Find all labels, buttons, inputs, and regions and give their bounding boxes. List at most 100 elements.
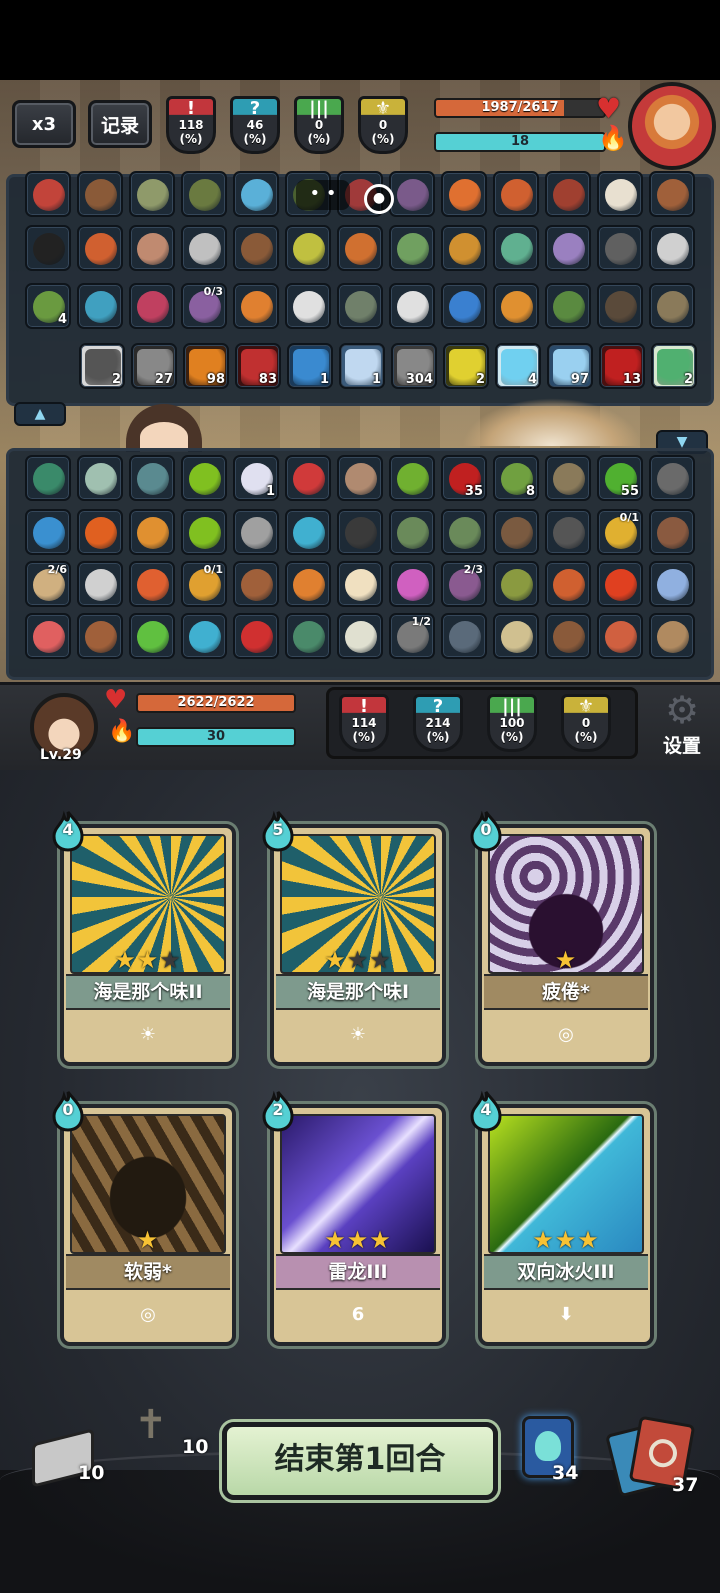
item-slot[interactable] [597, 225, 643, 271]
status-effect[interactable]: 2 [79, 343, 125, 389]
item-slot[interactable] [233, 561, 279, 607]
item-slot[interactable]: 8 [493, 455, 539, 501]
item-slot[interactable] [389, 225, 435, 271]
item-slot[interactable] [441, 613, 487, 659]
item-slot[interactable] [545, 613, 591, 659]
item-slot[interactable] [649, 561, 695, 607]
item-slot[interactable] [597, 283, 643, 329]
item-slot[interactable] [337, 613, 383, 659]
item-slot[interactable] [337, 455, 383, 501]
item-slot[interactable] [649, 455, 695, 501]
item-slot[interactable] [441, 509, 487, 555]
status-effect[interactable]: 83 [235, 343, 281, 389]
item-slot[interactable] [441, 171, 487, 217]
item-slot[interactable] [233, 283, 279, 329]
hand-card[interactable]: ★★★ 海是那个味I ☀ 5 [262, 810, 446, 1066]
status-effect[interactable]: 13 [599, 343, 645, 389]
item-slot[interactable] [233, 509, 279, 555]
item-slot[interactable] [77, 225, 123, 271]
item-slot[interactable] [25, 171, 71, 217]
item-slot[interactable] [77, 171, 123, 217]
item-slot[interactable] [649, 509, 695, 555]
item-slot[interactable] [77, 613, 123, 659]
hand-card[interactable]: ★★★ 雷龙III 6 2 [262, 1090, 446, 1346]
item-slot[interactable]: 1 [233, 455, 279, 501]
item-slot[interactable]: 4 [25, 283, 71, 329]
target-icon[interactable]: ● [364, 184, 394, 214]
status-effect[interactable]: 304 [391, 343, 437, 389]
status-effect[interactable]: 27 [131, 343, 177, 389]
item-slot[interactable] [77, 283, 123, 329]
item-slot[interactable]: 1/2 [389, 613, 435, 659]
item-slot[interactable] [181, 455, 227, 501]
item-slot[interactable] [337, 509, 383, 555]
item-slot[interactable] [129, 613, 175, 659]
item-slot[interactable] [545, 561, 591, 607]
item-slot[interactable] [441, 283, 487, 329]
status-effect[interactable]: 4 [495, 343, 541, 389]
item-slot[interactable] [233, 171, 279, 217]
item-slot[interactable] [389, 561, 435, 607]
status-effect[interactable]: 1 [339, 343, 385, 389]
item-slot[interactable] [285, 561, 331, 607]
hand-card[interactable]: ★★★ 双向冰火III ⬇ 4 [470, 1090, 654, 1346]
item-slot[interactable] [285, 225, 331, 271]
item-slot[interactable] [493, 171, 539, 217]
item-slot[interactable] [389, 509, 435, 555]
item-slot[interactable] [129, 225, 175, 271]
item-slot[interactable] [493, 225, 539, 271]
graveyard-pile[interactable]: ✝ 10 [128, 1402, 212, 1474]
item-slot[interactable] [649, 225, 695, 271]
item-slot[interactable] [649, 283, 695, 329]
item-slot[interactable] [389, 455, 435, 501]
item-slot[interactable] [649, 171, 695, 217]
item-slot[interactable] [77, 509, 123, 555]
item-slot[interactable]: 0/3 [181, 283, 227, 329]
hand-card[interactable]: ★ 软弱* ◎ 0 [52, 1090, 236, 1346]
item-slot[interactable] [493, 283, 539, 329]
item-slot[interactable] [493, 613, 539, 659]
item-slot[interactable] [545, 509, 591, 555]
item-slot[interactable] [493, 509, 539, 555]
item-slot[interactable] [129, 561, 175, 607]
item-slot[interactable] [337, 225, 383, 271]
item-slot[interactable] [285, 283, 331, 329]
enemy-avatar[interactable] [628, 82, 716, 170]
item-slot[interactable] [181, 613, 227, 659]
item-slot[interactable] [493, 561, 539, 607]
item-slot[interactable] [597, 613, 643, 659]
item-slot[interactable] [285, 509, 331, 555]
item-slot[interactable] [597, 171, 643, 217]
item-slot[interactable] [545, 225, 591, 271]
status-effect[interactable]: 2 [651, 343, 697, 389]
item-slot[interactable] [389, 283, 435, 329]
item-slot[interactable]: 55 [597, 455, 643, 501]
item-slot[interactable] [25, 613, 71, 659]
item-slot[interactable] [25, 509, 71, 555]
item-slot[interactable]: 0/1 [597, 509, 643, 555]
item-slot[interactable] [181, 171, 227, 217]
item-slot[interactable] [545, 171, 591, 217]
item-slot[interactable] [233, 225, 279, 271]
item-slot[interactable] [233, 613, 279, 659]
item-slot[interactable] [337, 283, 383, 329]
item-slot[interactable]: 2/6 [25, 561, 71, 607]
item-slot[interactable] [337, 561, 383, 607]
draw-pile[interactable]: 10 [26, 1428, 106, 1496]
item-slot[interactable] [389, 171, 435, 217]
item-slot[interactable] [545, 455, 591, 501]
status-effect[interactable]: 2 [443, 343, 489, 389]
item-slot[interactable] [77, 455, 123, 501]
item-slot[interactable] [285, 455, 331, 501]
item-slot[interactable] [649, 613, 695, 659]
item-slot[interactable]: 35 [441, 455, 487, 501]
item-slot[interactable] [77, 561, 123, 607]
item-slot[interactable] [545, 283, 591, 329]
item-slot[interactable]: 0/1 [181, 561, 227, 607]
item-slot[interactable] [25, 455, 71, 501]
potion-slot[interactable]: 34 [518, 1414, 588, 1490]
item-slot[interactable] [129, 283, 175, 329]
settings-button[interactable]: ⚙ 设置 [652, 689, 712, 765]
item-slot[interactable] [285, 613, 331, 659]
speed-button[interactable]: x3 [12, 100, 76, 148]
